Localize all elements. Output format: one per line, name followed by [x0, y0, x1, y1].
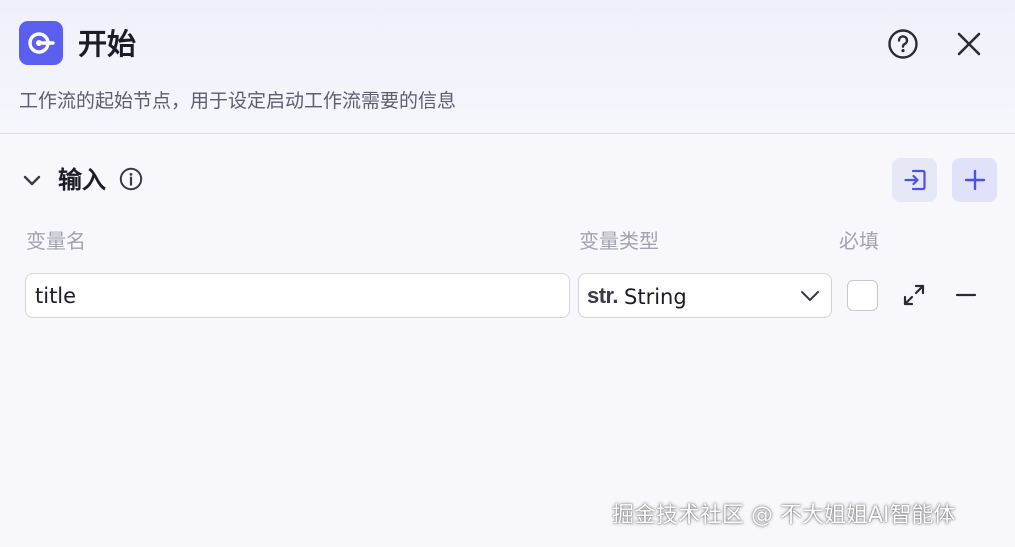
info-circle-icon[interactable]: [118, 166, 144, 192]
help-button[interactable]: [886, 27, 920, 61]
import-icon: [903, 169, 926, 191]
variable-type-value: String: [624, 285, 687, 309]
expand-button[interactable]: [900, 281, 928, 309]
watermark: 掘金技术社区 @ 不大姐姐AI智能体: [612, 503, 956, 528]
plus-icon: [964, 169, 985, 191]
input-section-header: 输入: [20, 158, 1000, 202]
node-description: 工作流的起始节点，用于设定启动工作流需要的信息: [19, 90, 457, 112]
start-node-panel: 开始 工作流的起始节点，用于设定启动工作流需要的信息 输入 变量名 变量类型 必…: [0, 0, 1015, 547]
required-checkbox[interactable]: [847, 280, 878, 311]
column-header-name: 变量名: [26, 229, 86, 253]
start-node-icon: [19, 21, 63, 65]
panel-header: 开始 工作流的起始节点，用于设定启动工作流需要的信息: [0, 0, 1015, 134]
import-variables-button[interactable]: [892, 158, 937, 202]
variable-name-input[interactable]: [25, 273, 570, 318]
add-variable-button[interactable]: [952, 158, 997, 202]
chevron-down-icon: [23, 175, 41, 186]
question-circle-icon: [888, 29, 918, 59]
close-button[interactable]: [952, 27, 986, 61]
page-title: 开始: [78, 27, 137, 61]
chevron-down-icon: [799, 285, 821, 307]
minus-icon: [955, 293, 977, 297]
string-type-icon: str.: [587, 283, 619, 308]
variable-type-select[interactable]: str. String: [578, 273, 832, 318]
remove-variable-button[interactable]: [952, 281, 980, 309]
expand-icon: [903, 284, 925, 306]
column-header-required: 必填: [839, 229, 879, 253]
column-header-type: 变量类型: [579, 229, 659, 253]
input-section-title: 输入: [58, 166, 106, 194]
collapse-toggle[interactable]: [20, 168, 44, 192]
close-icon: [957, 32, 981, 56]
